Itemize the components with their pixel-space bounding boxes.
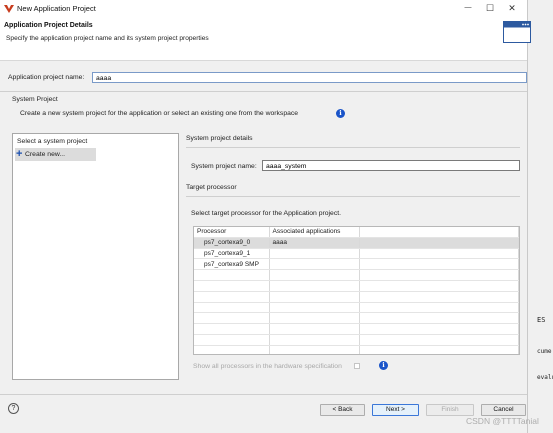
system-project-name-input[interactable]: aaaa_system — [262, 160, 520, 171]
details-separator — [186, 147, 520, 148]
processor-cell: ps7_cortexa9 SMP — [194, 258, 270, 271]
show-all-processors-checkbox[interactable] — [354, 363, 360, 369]
target-processor-title: Target processor — [186, 184, 237, 191]
target-separator — [186, 196, 520, 197]
details-title: System project details — [186, 135, 253, 142]
column-header-associated-apps[interactable]: Associated applications — [269, 227, 360, 238]
background-text-1: ES — [537, 316, 546, 324]
empty-row — [194, 302, 519, 314]
empty-row — [194, 345, 519, 354]
column-header-processor[interactable]: Processor — [194, 227, 270, 238]
apps-cell — [269, 258, 360, 271]
wizard-banner-icon — [503, 21, 531, 43]
empty-row — [194, 323, 519, 335]
footer-separator — [0, 394, 527, 395]
table-header-row: Processor Associated applications — [194, 227, 519, 238]
table-row[interactable]: ps7_cortexa9_0 aaaa — [194, 237, 519, 249]
maximize-button[interactable]: ☐ — [482, 2, 498, 14]
system-project-description: Create a new system project for the appl… — [20, 110, 299, 117]
page-subtitle: Specify the application project name and… — [6, 35, 209, 42]
target-description: Select target processor for the Applicat… — [191, 210, 341, 217]
info-icon[interactable]: i — [336, 109, 345, 118]
wizard-header: Application Project Details Specify the … — [0, 18, 531, 61]
processor-cell: ps7_cortexa9_1 — [194, 248, 270, 260]
help-button[interactable]: ? — [8, 403, 19, 414]
empty-row — [194, 312, 519, 325]
back-button[interactable]: < Back — [320, 404, 365, 416]
table-row[interactable]: ps7_cortexa9_1 — [194, 248, 519, 260]
plus-icon: + — [16, 148, 23, 160]
list-title: Select a system project — [17, 138, 88, 145]
vitis-logo-icon — [4, 5, 14, 13]
title-bar: New Application Project — ☐ ✕ — [0, 0, 527, 18]
processor-table[interactable]: Processor Associated applications ps7_co… — [193, 226, 520, 355]
empty-row — [194, 334, 519, 346]
window-title: New Application Project — [17, 4, 96, 13]
finish-button[interactable]: Finish — [426, 404, 474, 416]
info-icon[interactable]: i — [379, 361, 388, 370]
system-project-list[interactable]: Select a system project + Create new... — [12, 133, 179, 380]
empty-row — [194, 280, 519, 292]
watermark: CSDN @TTTTanial — [466, 416, 539, 426]
create-new-label: Create new... — [25, 151, 66, 158]
next-button[interactable]: Next > — [372, 404, 419, 416]
section-separator — [0, 91, 527, 92]
background-text-3: evalu — [537, 374, 553, 381]
background-text-2: cume — [537, 348, 552, 355]
list-item-create-new[interactable]: + Create new... — [15, 148, 96, 161]
show-all-processors-label: Show all processors in the hardware spec… — [193, 363, 342, 370]
table-row[interactable]: ps7_cortexa9 SMP — [194, 258, 519, 271]
empty-row — [194, 291, 519, 303]
close-button[interactable]: ✕ — [504, 2, 520, 14]
apps-cell — [269, 248, 360, 260]
system-project-name-label: System project name: — [191, 163, 257, 170]
page-heading: Application Project Details — [4, 22, 93, 29]
processor-cell: ps7_cortexa9_0 — [194, 237, 270, 249]
dialog: New Application Project — ☐ ✕ Applicatio… — [0, 0, 531, 433]
apps-cell: aaaa — [269, 237, 360, 249]
empty-row — [194, 269, 519, 281]
minimize-button[interactable]: — — [460, 2, 476, 14]
app-name-label: Application project name: — [8, 74, 85, 81]
app-name-input[interactable]: aaaa — [92, 72, 527, 83]
cancel-button[interactable]: Cancel — [481, 404, 526, 416]
system-project-legend: System Project — [12, 96, 58, 103]
